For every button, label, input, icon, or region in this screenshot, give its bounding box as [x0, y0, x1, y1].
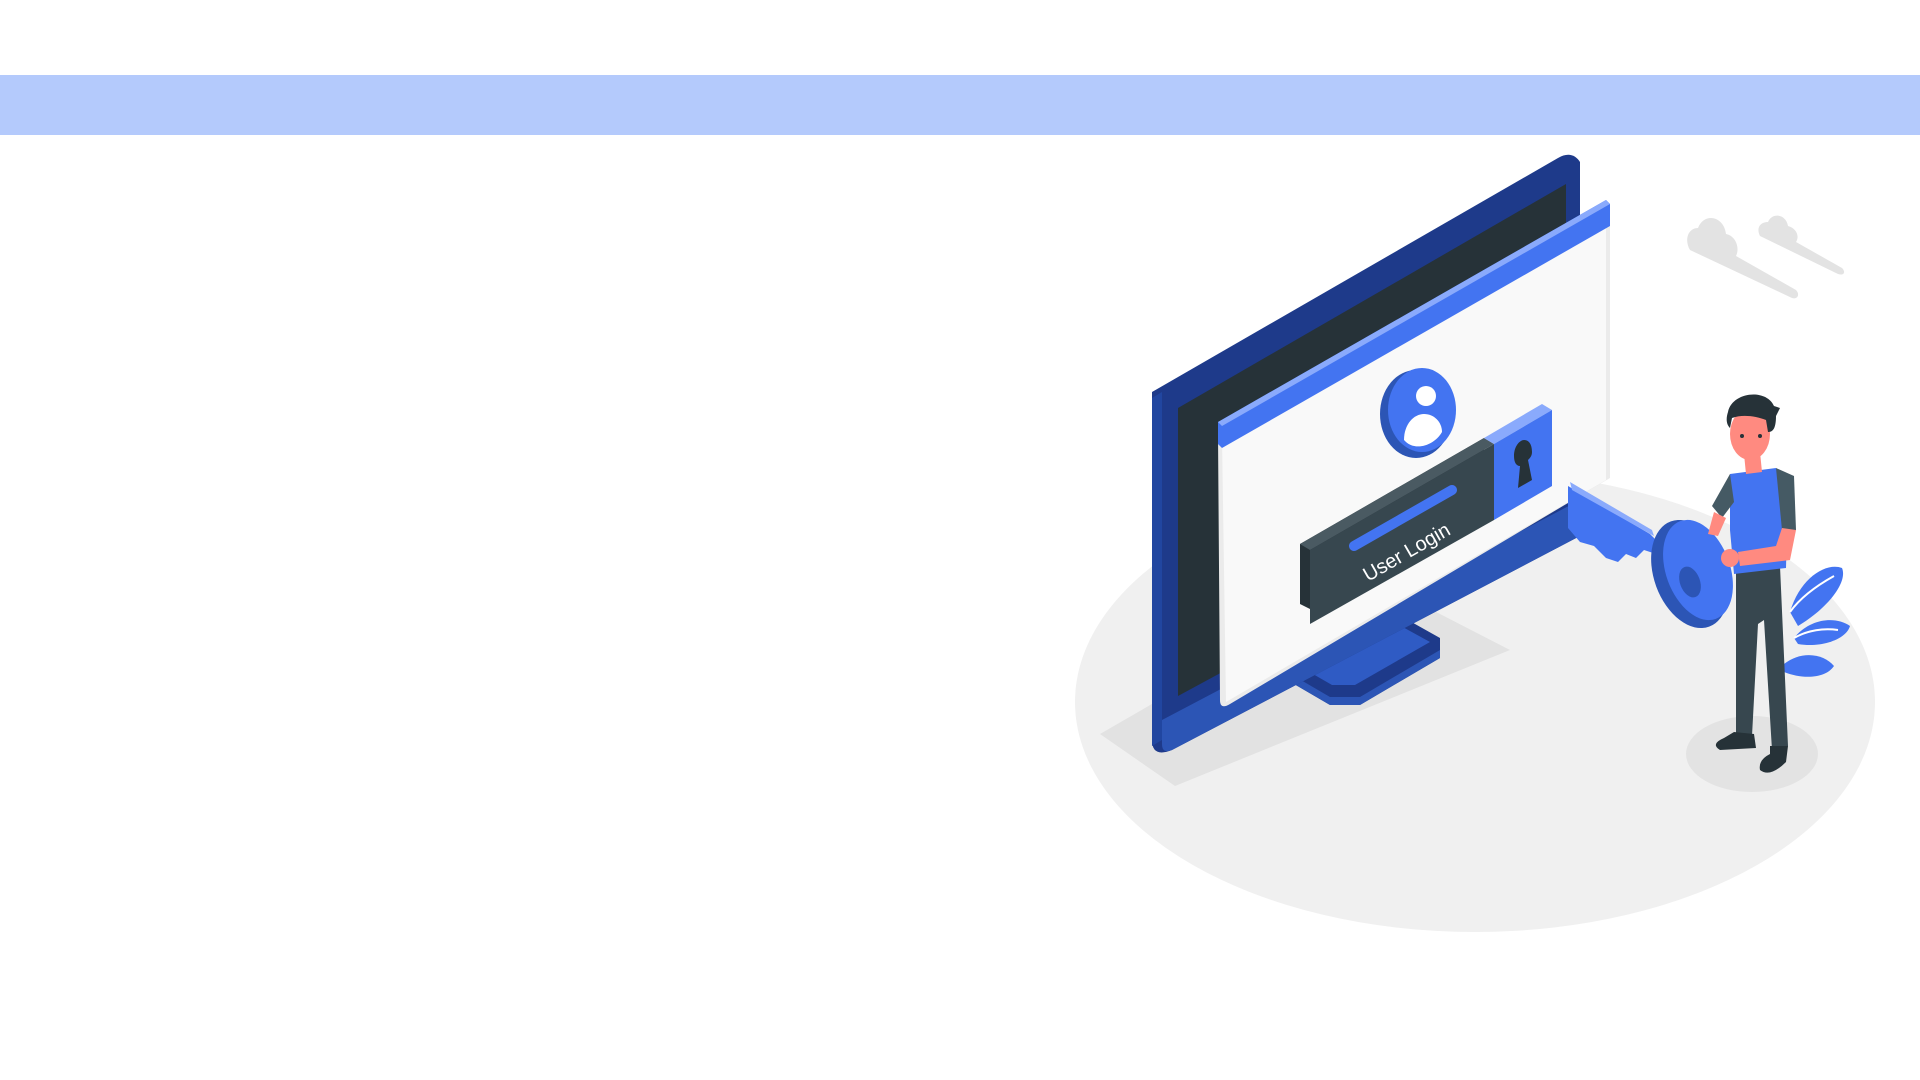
page: User Login [0, 0, 1920, 1080]
cloud-icon [1758, 215, 1845, 275]
login-illustration: User Login [1070, 150, 1890, 940]
top-banner [0, 75, 1920, 135]
